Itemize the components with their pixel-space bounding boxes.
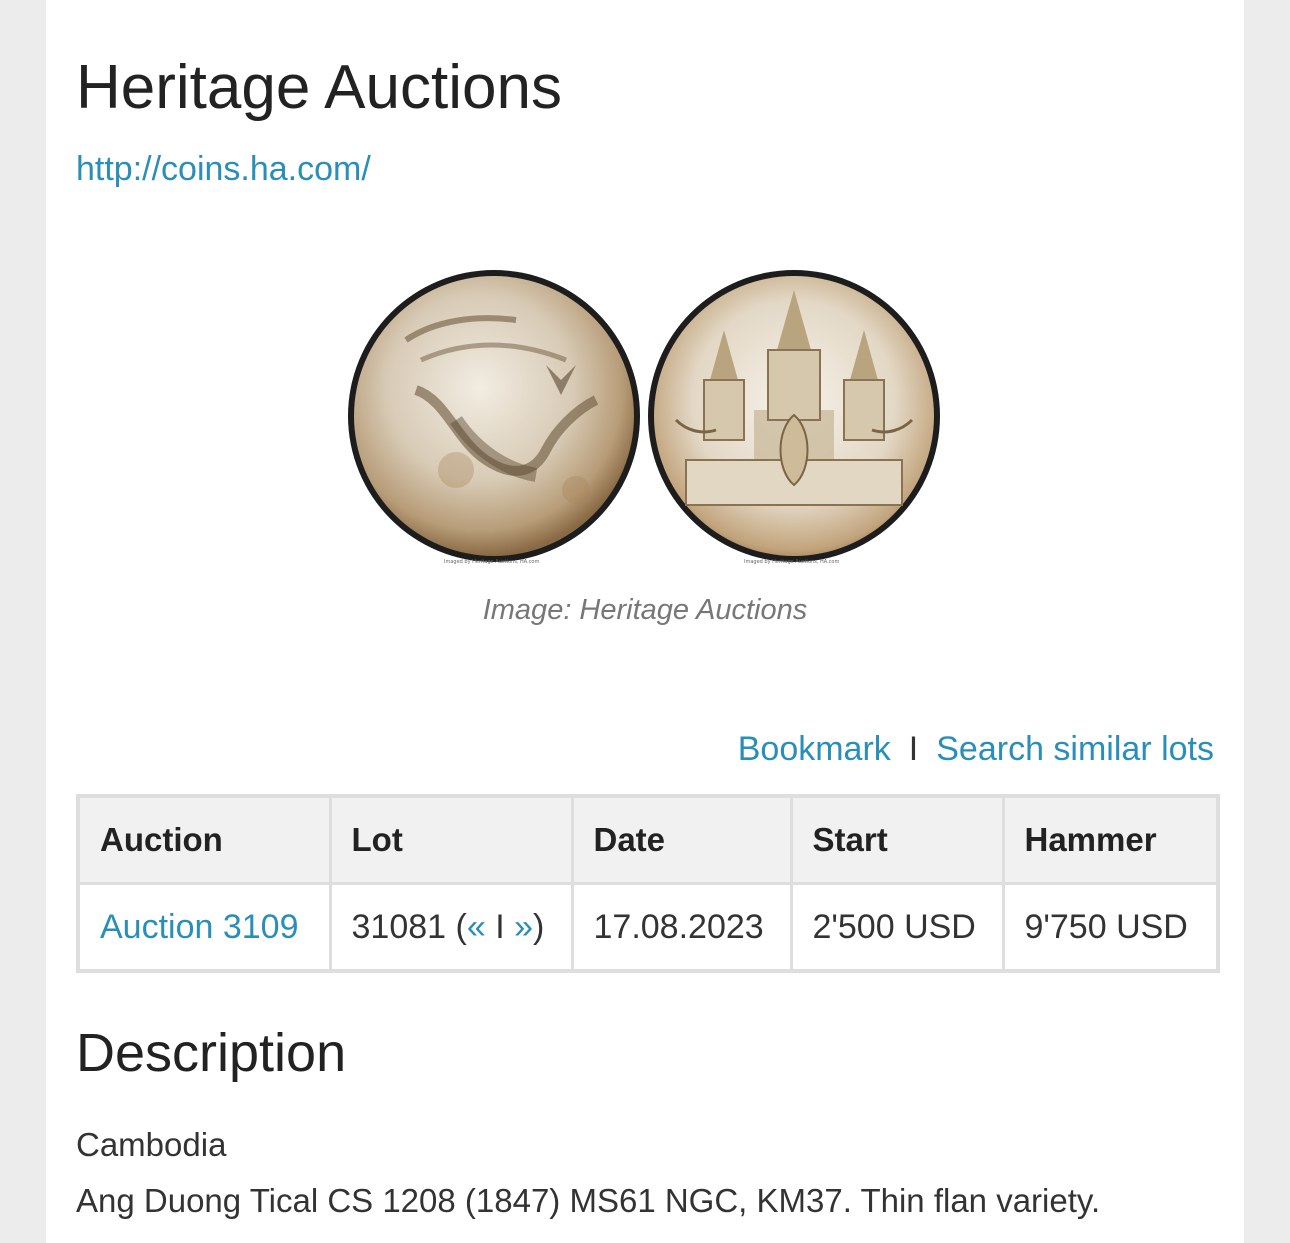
- lot-paren-open: (: [455, 907, 467, 946]
- table-row: Auction 3109 31081 (« I ») 17.08.2023 2'…: [76, 882, 1220, 973]
- search-similar-lots-link[interactable]: Search similar lots: [936, 730, 1214, 768]
- page-container: Heritage Auctions http://coins.ha.com/ I…: [46, 0, 1244, 1243]
- column-header-date: Date: [570, 794, 793, 885]
- description-text: Ang Duong Tical CS 1208 (1847) MS61 NGC,…: [76, 1182, 1101, 1219]
- column-header-auction: Auction: [76, 794, 332, 885]
- bookmark-link[interactable]: Bookmark: [738, 730, 891, 768]
- coin-image[interactable]: Imaged by Heritage Auctions, HA.com Imag…: [346, 270, 946, 580]
- actions-separator: I: [908, 730, 919, 768]
- coin-reverse-icon: Imaged by Heritage Auctions, HA.com: [648, 270, 940, 565]
- auction-house-link[interactable]: http://coins.ha.com/: [76, 150, 371, 189]
- coin-obverse-icon: Imaged by Heritage Auctions, HA.com: [348, 270, 640, 565]
- column-header-lot: Lot: [328, 794, 574, 885]
- obverse-watermark: Imaged by Heritage Auctions, HA.com: [444, 559, 539, 565]
- description-country: Cambodia: [76, 1126, 227, 1163]
- reverse-watermark: Imaged by Heritage Auctions, HA.com: [744, 559, 839, 565]
- lot-number: 31081: [351, 907, 447, 946]
- lot-paren-close: ): [533, 907, 545, 946]
- column-header-start: Start: [789, 794, 1005, 885]
- column-header-hammer: Hammer: [1001, 794, 1220, 885]
- previous-lot-link[interactable]: «: [467, 908, 486, 946]
- image-caption: Image: Heritage Auctions: [482, 594, 808, 626]
- start-price-cell: 2'500 USD: [789, 882, 1005, 973]
- lot-cell: 31081 (« I »): [328, 882, 574, 973]
- date-cell: 17.08.2023: [570, 882, 793, 973]
- auction-cell: Auction 3109: [76, 882, 332, 973]
- table-header-row: Auction Lot Date Start Hammer: [76, 794, 1220, 885]
- lot-results-table: Auction Lot Date Start Hammer Auction 31…: [76, 794, 1220, 973]
- lot-nav-separator: I: [495, 907, 505, 946]
- hammer-price-cell: 9'750 USD: [1001, 882, 1220, 973]
- coin-photo: Imaged by Heritage Auctions, HA.com Imag…: [348, 270, 940, 565]
- auction-link[interactable]: Auction 3109: [100, 908, 299, 946]
- next-lot-link[interactable]: »: [514, 908, 533, 946]
- page-title: Heritage Auctions: [76, 53, 562, 122]
- description-heading: Description: [76, 1023, 347, 1083]
- lot-actions: Bookmark I Search similar lots: [738, 730, 1214, 769]
